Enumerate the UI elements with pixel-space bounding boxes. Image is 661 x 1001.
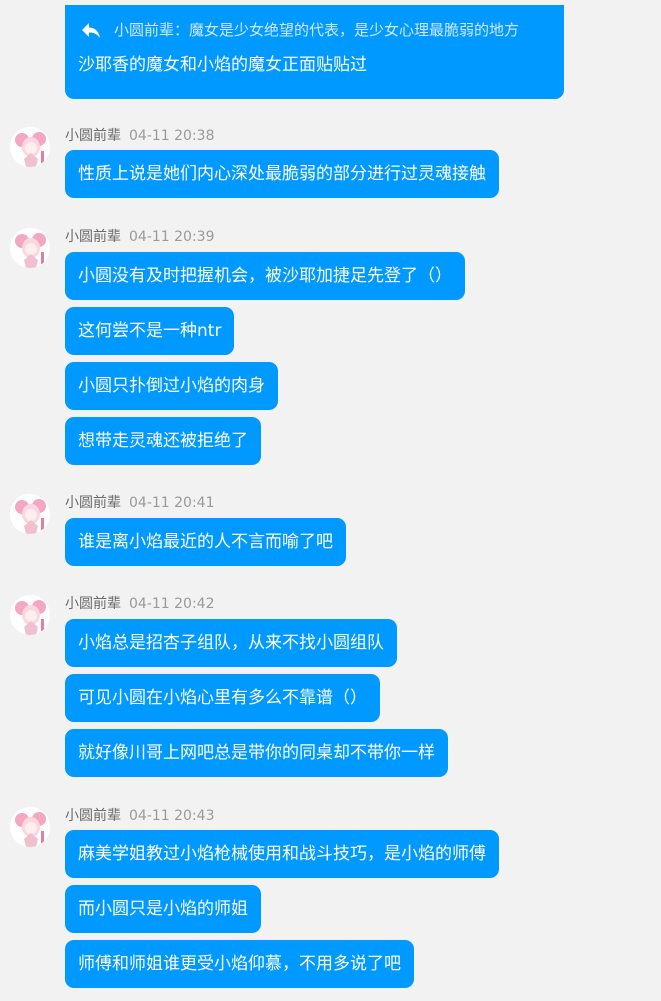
timestamp: 04-11 20:39 [129,229,215,245]
timestamp: 04-11 20:42 [129,596,215,612]
reply-arrow-icon [80,21,102,39]
message-bubble[interactable]: 可见小圆在小焰心里有多么不靠谱（） [65,674,380,722]
message-bubble[interactable]: 性质上说是她们内心深处最脆弱的部分进行过灵魂接触 [65,150,499,198]
message-meta: 小圆前辈 04-11 20:42 [65,595,214,613]
timestamp: 04-11 20:38 [129,128,215,144]
chat-message-list[interactable]: 小圆前辈： 魔女是少女绝望的代表，是少女心理最脆弱的地方 沙耶香的魔女和小焰的魔… [0,0,661,1001]
message-bubble[interactable]: 这何尝不是一种ntr [65,307,235,355]
sender-name[interactable]: 小圆前辈 [65,808,121,824]
message-meta: 小圆前辈 04-11 20:43 [65,807,214,825]
sender-name[interactable]: 小圆前辈 [65,229,121,245]
sender-name[interactable]: 小圆前辈 [65,596,121,612]
avatar[interactable] [10,595,50,635]
message-text: 沙耶香的魔女和小焰的魔女正面贴贴过 [78,55,367,75]
avatar[interactable] [10,807,50,847]
message-bubble[interactable]: 小圆只扑倒过小焰的肉身 [65,362,278,410]
message-bubble[interactable]: 谁是离小焰最近的人不言而喻了吧 [65,518,346,566]
sender-name[interactable]: 小圆前辈 [65,128,121,144]
message-meta: 小圆前辈 04-11 20:39 [65,228,214,246]
message-bubble[interactable]: 麻美学姐教过小焰枪械使用和战斗技巧，是小焰的师傅 [65,830,499,878]
reply-message-bubble[interactable]: 小圆前辈： 魔女是少女绝望的代表，是少女心理最脆弱的地方 沙耶香的魔女和小焰的魔… [65,5,564,99]
message-bubble[interactable]: 小焰总是招杏子组队，从来不找小圆组队 [65,619,397,667]
message-bubble[interactable]: 就好像川哥上网吧总是带你的同桌却不带你一样 [65,729,448,777]
quoted-sender: 小圆前辈： [114,21,190,39]
message-bubble[interactable]: 师傅和师姐谁更受小焰仰慕，不用多说了吧 [65,940,414,988]
message-bubble[interactable]: 而小圆只是小焰的师姐 [65,885,261,933]
message-bubble[interactable]: 小圆没有及时把握机会，被沙耶加捷足先登了（） [65,252,465,300]
sender-name[interactable]: 小圆前辈 [65,495,121,511]
timestamp: 04-11 20:41 [129,495,215,511]
avatar[interactable] [10,228,50,268]
timestamp: 04-11 20:43 [129,808,215,824]
avatar[interactable] [10,494,50,534]
quoted-message[interactable]: 小圆前辈： 魔女是少女绝望的代表，是少女心理最脆弱的地方 [78,17,551,43]
message-bubble[interactable]: 想带走灵魂还被拒绝了 [65,417,261,465]
avatar[interactable] [10,127,50,167]
message-meta: 小圆前辈 04-11 20:41 [65,494,214,512]
quoted-text: 魔女是少女绝望的代表，是少女心理最脆弱的地方 [189,21,520,39]
message-meta: 小圆前辈 04-11 20:38 [65,127,214,145]
